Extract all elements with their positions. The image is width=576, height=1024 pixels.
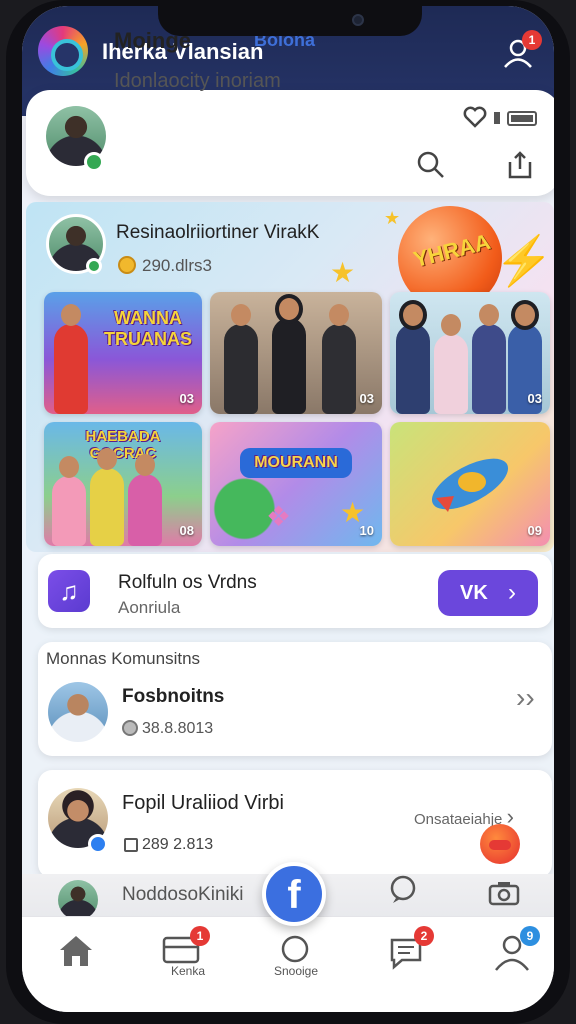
- lightning-icon: ⚡: [494, 235, 554, 288]
- record-button[interactable]: [480, 824, 520, 864]
- video-tile[interactable]: HAEBADA GOCRAC 08: [44, 422, 202, 546]
- community-name: Fosbnoitns: [122, 686, 225, 707]
- video-tile[interactable]: 03: [210, 292, 382, 414]
- community-section-title: Monnas Komunsitns: [46, 649, 201, 668]
- person-figure: [224, 304, 258, 414]
- search-icon: [417, 151, 444, 178]
- nav-home[interactable]: [52, 930, 112, 990]
- tile-count: 09: [527, 523, 542, 538]
- camera-icon: [488, 882, 520, 906]
- tile-title: HAEBADA GOCRAC: [85, 428, 161, 462]
- tile-count: 03: [179, 391, 194, 406]
- person-figure: [434, 314, 468, 414]
- person-figure: [54, 304, 88, 414]
- coin-icon: [118, 256, 136, 274]
- settings-icon: [122, 720, 138, 736]
- app-screen: Iherka Vlansian 1 Moinge Bolona Idonlaoc…: [22, 6, 554, 1012]
- vk-button[interactable]: VK ›: [438, 570, 538, 616]
- person-figure: [90, 448, 124, 546]
- person-figure: [272, 298, 306, 414]
- nav-wallet-label: Kenka: [170, 964, 206, 978]
- chevron-right-icon: ›: [508, 579, 516, 606]
- person-figure: [128, 454, 162, 546]
- profile-button[interactable]: 1: [502, 30, 542, 70]
- star-icon: ★: [330, 257, 356, 288]
- heart-button[interactable]: [462, 104, 496, 138]
- device-notch: [158, 6, 422, 36]
- battery-icon: [492, 110, 542, 130]
- tile-count: 03: [359, 391, 374, 406]
- nav-badge: 2: [414, 926, 434, 946]
- circle-icon: [281, 935, 309, 963]
- nav-badge: 9: [520, 926, 540, 946]
- person-figure: [322, 304, 356, 414]
- row-name: NoddosoKiniki: [122, 884, 244, 905]
- nav-badge: 1: [190, 926, 210, 946]
- music-title: Rolfuln os Vrdns: [118, 572, 257, 593]
- tile-count: 10: [359, 523, 374, 538]
- profile-subtitle: Idonlaocity inoriam: [114, 70, 281, 92]
- person-figure: [52, 456, 86, 546]
- verified-icon: [86, 258, 102, 274]
- post-meta: 289 2.813: [142, 836, 214, 853]
- banner-title: Resinaolriiortiner VirakK: [116, 222, 320, 243]
- nav-search[interactable]: [266, 930, 326, 990]
- nav-messages[interactable]: 2: [382, 926, 442, 990]
- banner-count: 290.dlrs3: [142, 256, 212, 275]
- post-title: Fopil Uraliiod Virbi: [122, 792, 284, 814]
- star-icon: ★: [384, 208, 401, 228]
- video-tile[interactable]: WANNA TRUANAS 03: [44, 292, 202, 414]
- facebook-button[interactable]: f: [262, 862, 326, 926]
- home-icon: [60, 936, 92, 966]
- tile-count: 03: [527, 391, 542, 406]
- chevron-right-icon[interactable]: ››: [516, 682, 535, 714]
- video-tile[interactable]: 03: [390, 292, 550, 414]
- nav-profile[interactable]: 9: [488, 926, 548, 990]
- heart-icon: [463, 106, 487, 128]
- phone-frame: Iherka Vlansian 1 Moinge Bolona Idonlaoc…: [6, 0, 570, 1024]
- person-figure: [396, 304, 430, 414]
- tile-title: MOURANN: [240, 448, 352, 478]
- nav-search-label: Snooige: [273, 964, 319, 978]
- camera-button[interactable]: [488, 880, 522, 914]
- nav-wallet[interactable]: 1: [158, 926, 218, 990]
- app-logo-icon[interactable]: [38, 26, 88, 76]
- gift-icon: ❖: [266, 501, 292, 532]
- chat-bubble-button[interactable]: [388, 874, 422, 908]
- chat-bubble-icon: [390, 875, 416, 903]
- front-camera: [352, 14, 364, 26]
- notification-badge: 1: [522, 30, 542, 50]
- rocket-icon: [431, 458, 509, 512]
- vk-button-label: VK: [460, 582, 488, 604]
- music-subtitle: Aonriula: [118, 598, 181, 617]
- community-avatar[interactable]: [48, 682, 108, 742]
- tile-title: WANNA TRUANAS: [104, 308, 192, 349]
- row-avatar[interactable]: [58, 880, 98, 920]
- community-meta: 38.8.8013: [142, 720, 214, 737]
- music-note-icon: ♫: [48, 570, 90, 612]
- post-action-label: Onsataeiahje: [414, 811, 503, 828]
- verified-icon: [88, 834, 108, 854]
- share-icon: [508, 151, 532, 179]
- person-figure: [472, 304, 506, 414]
- search-button[interactable]: [416, 150, 450, 184]
- share-button[interactable]: [506, 150, 540, 184]
- checkbox[interactable]: [124, 838, 138, 852]
- tile-count: 08: [179, 523, 194, 538]
- video-tile[interactable]: MOURANN ★ ❖ 10: [210, 422, 382, 546]
- video-tile[interactable]: 09: [390, 422, 550, 546]
- verified-icon: [84, 152, 104, 172]
